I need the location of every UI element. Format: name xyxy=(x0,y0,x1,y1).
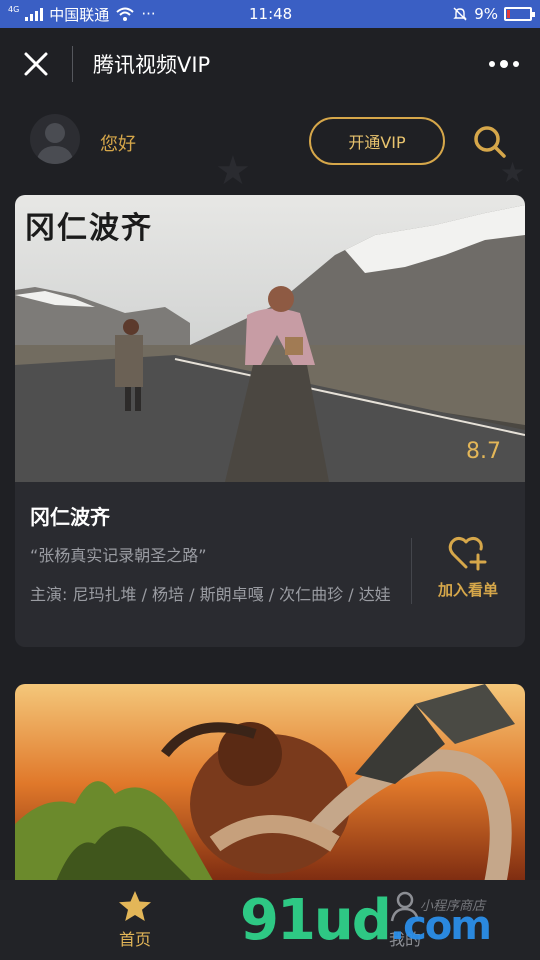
nav-divider xyxy=(72,46,73,82)
poster-title-art: 冈仁波齐 xyxy=(25,211,153,246)
card-divider xyxy=(411,538,412,604)
status-left: 4G 中国联通 ··· xyxy=(8,4,156,25)
user-silhouette-icon xyxy=(36,123,74,164)
watermark-text: 91ud xyxy=(240,888,392,953)
greeting-text: 您好 xyxy=(100,134,136,155)
status-extras: ··· xyxy=(141,5,156,23)
open-vip-button[interactable]: 开通VIP xyxy=(309,117,445,165)
avatar[interactable] xyxy=(30,114,80,164)
movie-tagline: “张杨真实记录朝圣之路” xyxy=(30,546,207,565)
heart-plus-icon xyxy=(448,536,487,571)
battery-percent: 9% xyxy=(474,5,498,23)
more-dots-icon xyxy=(489,61,495,67)
status-bar: 4G 中国联通 ··· 11:48 9% xyxy=(0,0,540,28)
watermark-small-text: 小程序商店 xyxy=(420,899,486,914)
star-icon xyxy=(119,891,151,921)
more-button[interactable] xyxy=(486,52,522,76)
star-decoration-icon: ★ xyxy=(215,148,251,194)
battery-icon xyxy=(504,7,535,21)
nav-bar: 腾讯视频VIP xyxy=(0,28,540,100)
signal-icon xyxy=(25,7,44,21)
network-type: 4G xyxy=(8,5,20,14)
page-title: 腾讯视频VIP xyxy=(93,53,211,77)
clock: 11:48 xyxy=(249,5,293,23)
tab-home-label: 首页 xyxy=(118,930,151,949)
close-button[interactable] xyxy=(0,28,72,100)
mute-bell-icon xyxy=(453,7,467,21)
wifi-icon xyxy=(116,7,134,21)
movie-rating: 8.7 xyxy=(466,439,501,464)
carrier-name: 中国联通 xyxy=(49,5,110,24)
movie-card[interactable] xyxy=(15,684,525,884)
kong-poster-image xyxy=(15,684,525,884)
movie-cast: 主演: 尼玛扎堆 / 杨培 / 斯朗卓嘎 / 次仁曲珍 / 达娃 xyxy=(30,585,391,604)
add-to-watchlist-button[interactable]: 加入看单 xyxy=(420,535,516,615)
movie-title[interactable]: 冈仁波齐 xyxy=(30,501,110,530)
movie-poster[interactable]: 冈仁波齐 8.7 xyxy=(15,195,525,482)
search-icon xyxy=(474,126,506,158)
tab-home[interactable]: 首页 xyxy=(0,880,270,960)
user-header: ★ ★ 您好 开通VIP xyxy=(0,100,540,194)
close-icon xyxy=(24,52,48,76)
movie-card[interactable]: 冈仁波齐 8.7 冈仁波齐 “张杨真实记录朝圣之路” 主演: 尼玛扎堆 / 杨培… xyxy=(15,195,525,647)
add-to-watchlist-label: 加入看单 xyxy=(437,581,498,599)
status-right: 9% xyxy=(452,5,535,23)
search-button[interactable] xyxy=(470,122,510,162)
